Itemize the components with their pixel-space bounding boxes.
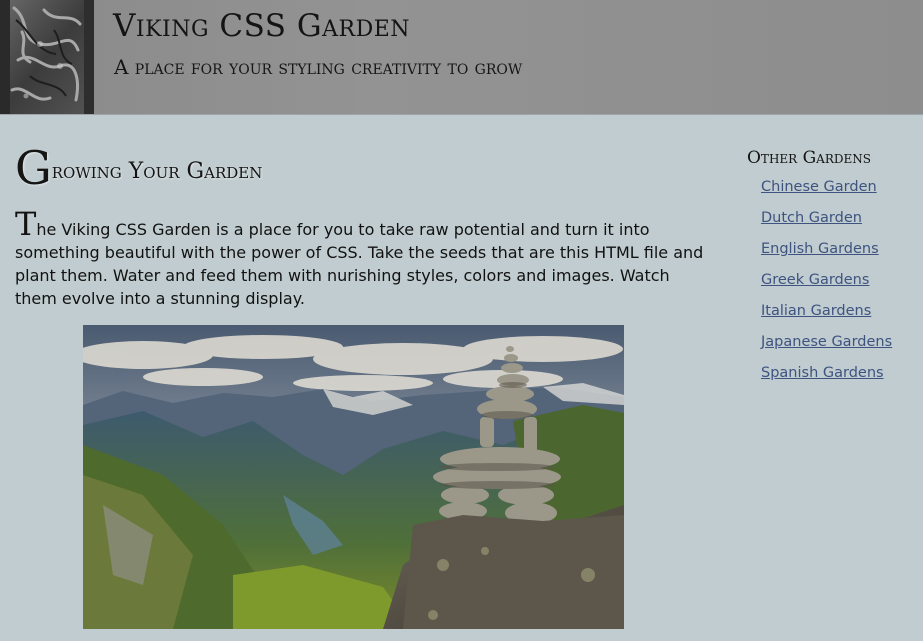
page-title-text: rowing Your Garden [51, 159, 263, 184]
list-item: Chinese Garden [761, 176, 923, 207]
link-spanish-gardens[interactable]: Spanish Gardens [761, 365, 884, 381]
site-tagline: A place for your styling creativity to g… [114, 55, 523, 79]
list-item: Italian Gardens [761, 300, 923, 331]
link-greek-gardens[interactable]: Greek Gardens [761, 272, 869, 288]
page-title-initial: G [15, 141, 52, 195]
list-item: English Gardens [761, 238, 923, 269]
intro-paragraph: The Viking CSS Garden is a place for you… [15, 208, 705, 310]
page-title: Growing Your Garden [15, 140, 710, 200]
list-item: Dutch Garden [761, 207, 923, 238]
viking-carving-logo [0, 0, 94, 114]
mountain-cairn-photo [83, 325, 624, 629]
list-item: Spanish Gardens [761, 362, 923, 393]
link-chinese-garden[interactable]: Chinese Garden [761, 179, 877, 195]
site-header: Viking CSS Garden A place for your styli… [0, 0, 923, 115]
list-item: Greek Gardens [761, 269, 923, 300]
other-gardens-sidebar: Other Gardens Chinese Garden Dutch Garde… [747, 144, 923, 393]
intro-initial: T [15, 205, 37, 243]
list-item: Japanese Gardens [761, 331, 923, 362]
main-content: Growing Your Garden The Viking CSS Garde… [15, 140, 710, 310]
site-title: Viking CSS Garden [113, 8, 411, 44]
link-dutch-garden[interactable]: Dutch Garden [761, 210, 862, 226]
garden-link-list: Chinese Garden Dutch Garden English Gard… [761, 176, 923, 393]
link-japanese-gardens[interactable]: Japanese Gardens [761, 334, 892, 350]
sidebar-title: Other Gardens [747, 148, 871, 168]
intro-text: he Viking CSS Garden is a place for you … [15, 220, 704, 308]
link-italian-gardens[interactable]: Italian Gardens [761, 303, 871, 319]
link-english-gardens[interactable]: English Gardens [761, 241, 879, 257]
